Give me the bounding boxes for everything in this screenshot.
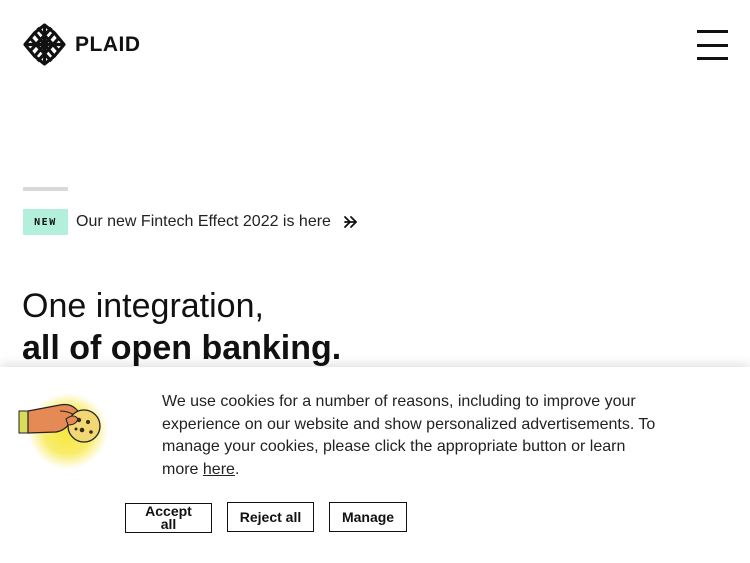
double-chevron-right-icon <box>344 216 357 228</box>
logo-wordmark: PLAID <box>75 32 141 56</box>
page: PLAID NEW Our new Fintech Effect 2022 is… <box>0 0 750 563</box>
menu-bar-top <box>697 30 728 33</box>
reject-all-button[interactable]: Reject all <box>227 502 314 532</box>
plaid-logo[interactable]: PLAID <box>22 22 141 67</box>
announcement-text: Our new Fintech Effect 2022 is here <box>76 213 331 230</box>
hand-holding-cookie-icon <box>18 393 108 469</box>
cookie-message: We use cookies for a number of reasons, … <box>162 391 662 481</box>
learn-more-link[interactable]: here <box>203 461 235 478</box>
announcement-link[interactable]: NEW Our new Fintech Effect 2022 is here <box>23 209 361 235</box>
plaid-logo-icon <box>23 23 66 66</box>
menu-bar-bottom <box>697 57 728 60</box>
site-header: PLAID <box>0 0 750 90</box>
hero-headline: One integration, all of open banking. <box>22 285 341 369</box>
manage-cookies-button[interactable]: Manage <box>329 502 407 532</box>
cookie-message-period: . <box>234 460 240 478</box>
hero-line-1: One integration, <box>22 287 264 325</box>
new-badge: NEW <box>23 209 68 235</box>
hamburger-menu-icon[interactable] <box>697 30 728 60</box>
section-divider <box>23 187 68 191</box>
cookie-actions: Accept all Reject all Manage <box>125 501 407 533</box>
menu-bar-middle <box>697 43 728 47</box>
hero-line-2: all of open banking. <box>22 329 342 367</box>
accept-all-button[interactable]: Accept all <box>125 503 212 533</box>
cookie-banner: We use cookies for a number of reasons, … <box>0 367 750 563</box>
